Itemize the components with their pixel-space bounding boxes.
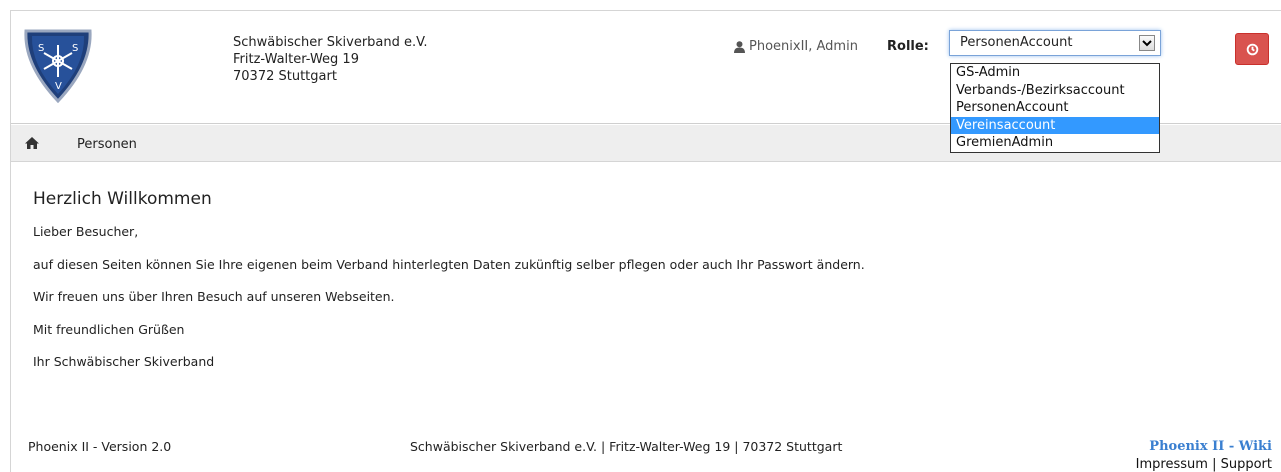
footer-version: Phoenix II - Version 2.0 [28,439,172,454]
footer-separator: | [1212,457,1217,472]
user-icon [734,40,745,53]
paragraph-signature: Ihr Schwäbischer Skiverband [33,354,215,369]
logo-letter-1: S [38,43,44,54]
role-option-personenaccount[interactable]: PersonenAccount [951,99,1159,117]
org-address: Schwäbischer Skiverband e.V. Fritz-Walte… [233,34,428,85]
role-label: Rolle: [887,39,929,54]
paragraph-greeting: Lieber Besucher, [33,224,139,239]
logo-letter-3: V [55,81,62,92]
paragraph-intro: auf diesen Seiten können Sie Ihre eigene… [33,256,865,272]
paragraph-regards: Mit freundlichen Grüßen [33,321,185,337]
role-option-gs-admin[interactable]: GS-Admin [951,64,1159,82]
role-select[interactable]: PersonenAccount [949,30,1161,56]
org-name: Schwäbischer Skiverband e.V. [233,35,428,50]
user-info: PhoenixII, Admin [734,39,858,54]
role-selected-value: PersonenAccount [960,35,1073,50]
paragraph-thanks: Wir freuen uns über Ihren Besuch auf uns… [33,289,395,304]
org-street: Fritz-Walter-Weg 19 [233,52,359,67]
role-option-vereinsaccount[interactable]: Vereinsaccount [951,116,1159,134]
footer: Phoenix II - Version 2.0 Schwäbischer Sk… [11,406,1281,472]
app-frame: S S V Schwäbischer Skiverband e.V. Fritz… [10,10,1281,472]
main-content: Herzlich Willkommen Lieber Besucher, auf… [33,189,1263,387]
user-name: PhoenixII, Admin [749,39,858,54]
support-link[interactable]: Support [1221,457,1272,472]
footer-address: Schwäbischer Skiverband e.V. | Fritz-Wal… [410,439,843,454]
logo-letter-2: S [72,43,78,54]
nav-item-personen[interactable]: Personen [77,137,137,152]
home-icon[interactable] [24,136,40,150]
role-option-gremienadmin[interactable]: GremienAdmin [951,134,1159,152]
org-city: 70372 Stuttgart [233,69,337,84]
page-title: Herzlich Willkommen [33,189,212,209]
power-icon [1246,43,1259,56]
role-dropdown-list: GS-Admin Verbands-/Bezirksaccount Person… [950,63,1160,153]
role-option-verbands-bezirksaccount[interactable]: Verbands-/Bezirksaccount [951,82,1159,100]
logo-shield-icon: S S V [24,29,92,103]
footer-links: Phoenix II - Wiki Impressum | Support [1136,438,1272,472]
impressum-link[interactable]: Impressum [1136,457,1208,472]
header: S S V Schwäbischer Skiverband e.V. Fritz… [11,11,1281,153]
wiki-link[interactable]: Phoenix II - Wiki [1136,438,1272,456]
chevron-down-icon[interactable] [1139,35,1155,51]
logout-button[interactable] [1235,33,1269,65]
